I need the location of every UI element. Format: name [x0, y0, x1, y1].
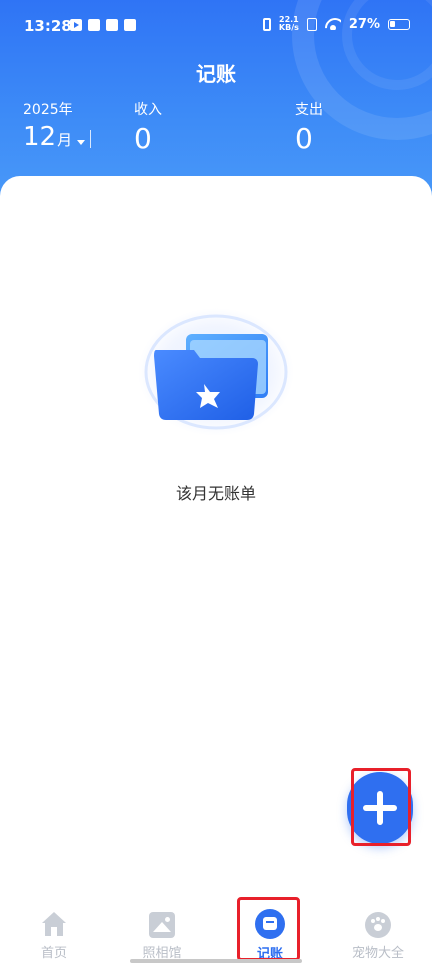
wechat-icon [106, 19, 118, 31]
status-time: 13:28 [24, 17, 72, 35]
status-right: 22.1 KB/s 27% [262, 16, 410, 32]
tab-photo-studio[interactable]: 照相馆 [108, 896, 216, 964]
home-indicator[interactable] [130, 959, 302, 963]
empty-folder-icon [138, 308, 294, 436]
page-title: 记账 [196, 62, 236, 86]
video-app-icon [70, 19, 82, 31]
income-value: 0 [134, 122, 152, 155]
month-number: 12 [23, 122, 57, 152]
expense-label: 支出 [295, 102, 323, 118]
wifi-icon [325, 18, 341, 30]
notification-icons [70, 19, 136, 31]
tab-label: 首页 [40, 946, 67, 961]
home-icon [41, 912, 67, 938]
caret-down-icon [77, 140, 86, 145]
year-label[interactable]: 2025年 [23, 99, 73, 119]
battery-icon [388, 18, 410, 30]
highlight-outline [237, 897, 300, 961]
bottom-tab-bar: 首页 照相馆 记账 宠物大全 [0, 896, 432, 964]
expense-value: 0 [295, 122, 313, 155]
mail-icon [88, 19, 100, 31]
network-speed: 22.1 KB/s [279, 16, 299, 32]
tab-home[interactable]: 首页 [0, 896, 108, 964]
empty-message: 该月无账单 [175, 484, 256, 503]
income-label: 收入 [134, 102, 162, 118]
photo-icon [149, 912, 175, 938]
nfc-icon [306, 17, 317, 31]
network-speed-unit: KB/s [278, 23, 299, 32]
tab-label: 宠物大全 [351, 946, 404, 961]
vibrate-icon [262, 17, 271, 31]
status-bar: 13:28 22.1 KB/s 27% [0, 0, 432, 52]
tab-pets[interactable]: 宠物大全 [324, 896, 432, 964]
divider [90, 130, 91, 148]
month-suffix: 月 [57, 131, 73, 149]
paw-icon [365, 912, 391, 938]
highlight-outline [351, 768, 411, 846]
month-picker[interactable]: 12 月 [23, 122, 86, 152]
more-notifications-icon [124, 19, 136, 31]
battery-percent: 27% [348, 16, 380, 32]
